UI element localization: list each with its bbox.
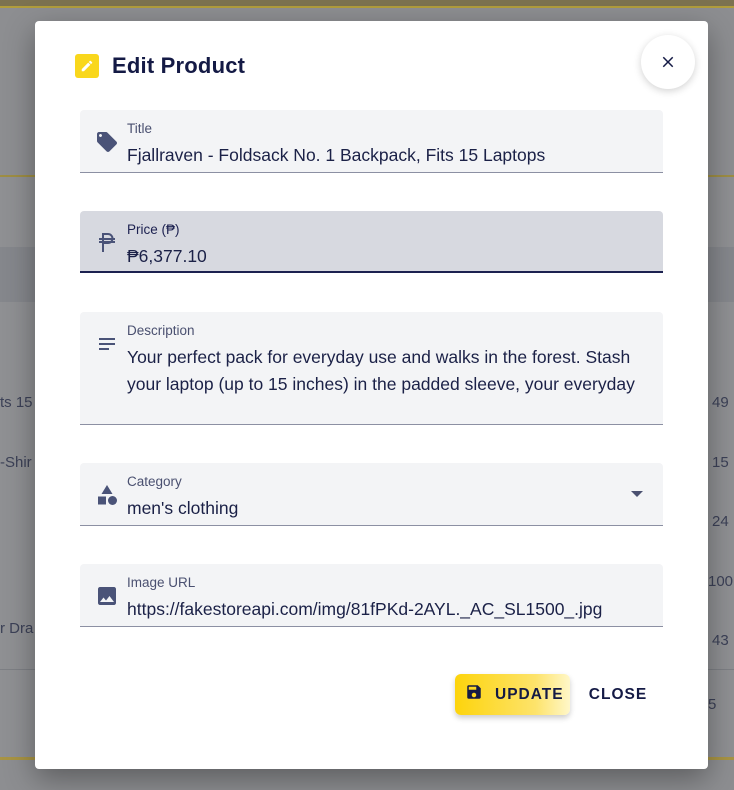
background-cell: 43 — [712, 632, 729, 649]
update-button[interactable]: UPDATE — [455, 674, 570, 715]
background-topbar — [0, 0, 734, 8]
dialog-header: Edit Product — [75, 53, 245, 79]
edit-product-dialog: Edit Product Title Fjallraven - Foldsack… — [35, 21, 708, 769]
price-field-value[interactable]: ₱6,377.10 — [127, 243, 647, 270]
dialog-title: Edit Product — [112, 53, 246, 78]
notes-icon — [93, 330, 121, 358]
image-url-field-value[interactable]: https://fakestoreapi.com/img/81fPKd-2AYL… — [127, 596, 647, 623]
background-cell: 100 — [708, 573, 734, 590]
category-select[interactable]: Category men's clothing — [80, 463, 663, 526]
category-icon — [93, 481, 121, 509]
close-dialog-button[interactable] — [641, 35, 695, 89]
close-button[interactable]: CLOSE — [583, 674, 653, 715]
background-cell: 49 — [712, 394, 729, 411]
background-cell: 5 — [708, 696, 717, 713]
chevron-down-icon[interactable] — [631, 491, 643, 497]
image-url-field-label: Image URL — [127, 575, 196, 590]
pencil-icon — [75, 54, 99, 78]
description-field-value[interactable]: Your perfect pack for everyday use and w… — [127, 344, 647, 398]
price-field-label: Price (₱) — [127, 222, 180, 237]
image-icon — [93, 582, 121, 610]
save-icon — [465, 683, 483, 706]
tag-icon — [93, 128, 121, 156]
description-field-label: Description — [127, 323, 195, 338]
close-icon — [662, 56, 674, 68]
peso-icon — [93, 229, 121, 257]
category-field-label: Category — [127, 474, 182, 489]
background-cell: 24 — [712, 513, 729, 530]
update-button-label: UPDATE — [495, 685, 564, 703]
background-cell: ts 15 — [0, 394, 33, 411]
image-url-field[interactable]: Image URL https://fakestoreapi.com/img/8… — [80, 564, 663, 627]
description-field[interactable]: Description Your perfect pack for everyd… — [80, 312, 663, 425]
background-cell: 15 — [712, 454, 729, 471]
title-field-value[interactable]: Fjallraven - Foldsack No. 1 Backpack, Fi… — [127, 142, 647, 169]
title-field-label: Title — [127, 121, 153, 136]
background-cell: r Dra — [0, 620, 34, 637]
title-field[interactable]: Title Fjallraven - Foldsack No. 1 Backpa… — [80, 110, 663, 173]
category-field-value: men's clothing — [127, 498, 239, 518]
price-field[interactable]: Price (₱) ₱6,377.10 — [80, 211, 663, 273]
background-cell: -Shir — [0, 454, 32, 471]
